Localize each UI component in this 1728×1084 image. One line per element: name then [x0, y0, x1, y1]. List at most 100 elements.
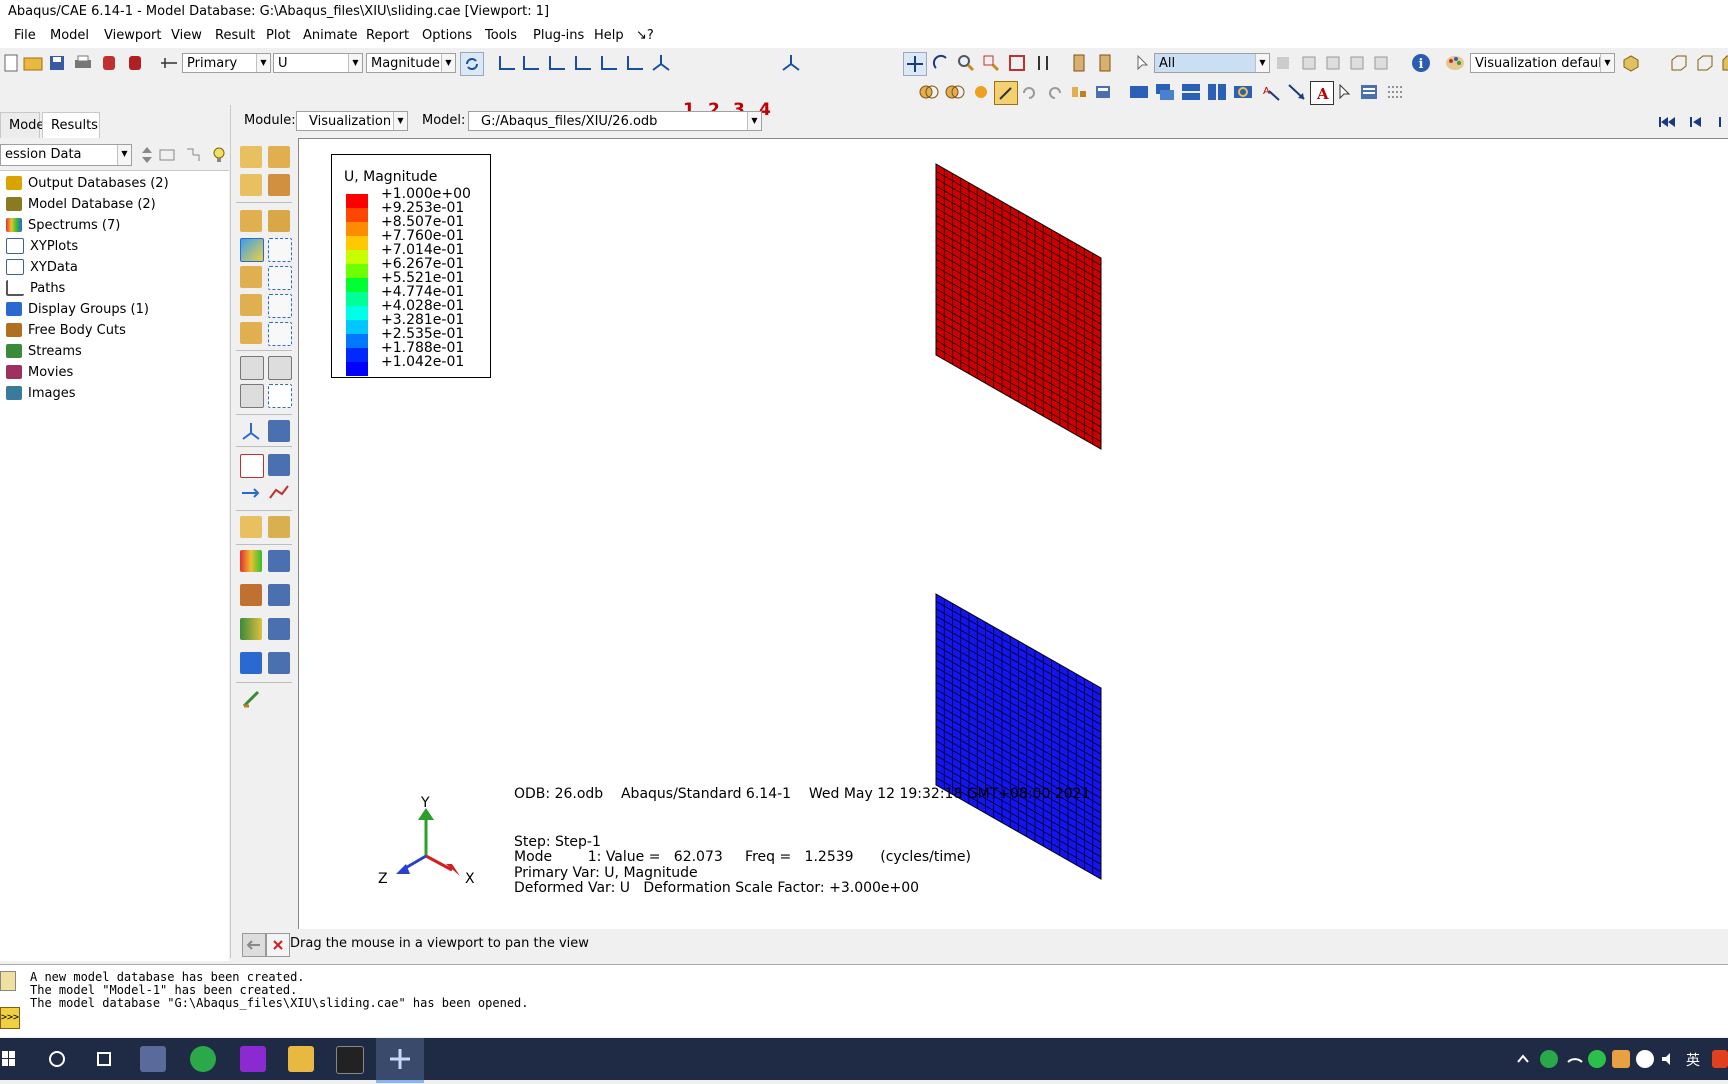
- plot-deformed-icon[interactable]: [268, 146, 290, 168]
- browser-icon[interactable]: [190, 1046, 216, 1072]
- tile-rows-icon[interactable]: [1180, 81, 1202, 103]
- tree-item-images[interactable]: Images: [6, 383, 76, 403]
- visualization-defaults-select[interactable]: Visualization defaults ▼: [1470, 53, 1615, 73]
- selection-icon-a[interactable]: [1298, 52, 1320, 74]
- allow-multiple-plot-states-icon[interactable]: [268, 210, 290, 232]
- terminal-icon[interactable]: [336, 1046, 364, 1074]
- database-red-icon[interactable]: [98, 52, 120, 74]
- sync-icon[interactable]: [460, 52, 484, 76]
- previous-frame-icon[interactable]: [1685, 111, 1707, 133]
- report-manager-icon[interactable]: [268, 454, 290, 476]
- animate-harmonic-icon[interactable]: [240, 384, 264, 408]
- tree-item-output-databases[interactable]: Output Databases (2): [6, 173, 169, 193]
- selection-icon-b[interactable]: [1322, 52, 1344, 74]
- tray-app-2-icon[interactable]: [1612, 1050, 1630, 1068]
- menu-help[interactable]: Help: [594, 28, 624, 43]
- view-xz-icon[interactable]: [624, 52, 646, 74]
- tree-item-model-database[interactable]: Model Database (2): [6, 194, 156, 214]
- tray-app-icon[interactable]: [1540, 1050, 1558, 1068]
- create-view-cut-icon[interactable]: [240, 652, 262, 674]
- stream-manager-icon[interactable]: [268, 618, 290, 640]
- tree-item-spectrums[interactable]: Spectrums (7): [6, 215, 120, 235]
- component-select[interactable]: Magnitude ▼: [366, 53, 456, 73]
- cube-3-icon[interactable]: [1716, 52, 1728, 74]
- menu-report[interactable]: Report: [366, 28, 409, 43]
- link-viewports-icon[interactable]: [1232, 81, 1254, 103]
- select-cursor-icon[interactable]: [1132, 52, 1154, 74]
- menu-plot[interactable]: Plot: [266, 28, 291, 43]
- contour-options-icon[interactable]: [268, 238, 292, 262]
- plot-material-orientation-deformed-icon[interactable]: [240, 294, 262, 316]
- menu-animate[interactable]: Animate: [303, 28, 357, 43]
- plot-contours-deformed-icon[interactable]: [240, 238, 264, 262]
- cube-icon[interactable]: [1668, 52, 1690, 74]
- ruler-2-icon[interactable]: [1094, 52, 1116, 74]
- task-view-icon[interactable]: [92, 1046, 118, 1072]
- superimpose-options-icon[interactable]: [268, 322, 292, 346]
- render-style-icon[interactable]: [1620, 52, 1642, 74]
- sphere-icon[interactable]: [970, 81, 992, 103]
- app-purple-icon[interactable]: [240, 1046, 266, 1072]
- tray-chevron-icon[interactable]: [1515, 1046, 1531, 1072]
- menu-result[interactable]: Result: [215, 28, 255, 43]
- pan-icon[interactable]: [903, 52, 927, 76]
- session-data-select[interactable]: ession Data ▼: [0, 144, 132, 166]
- viewport-list-icon[interactable]: [1092, 81, 1114, 103]
- view-zx-icon[interactable]: [598, 52, 620, 74]
- create-path-icon[interactable]: [240, 482, 262, 504]
- menu-plugins[interactable]: Plug-ins: [533, 28, 584, 43]
- menu-viewport[interactable]: Viewport: [104, 28, 162, 43]
- annotation-arrow-icon[interactable]: A: [1260, 81, 1282, 103]
- ruler-icon[interactable]: [1068, 52, 1090, 74]
- module-select[interactable]: Visualization ▼: [296, 111, 408, 131]
- palette-icon[interactable]: [1444, 52, 1466, 74]
- tile-columns-icon[interactable]: [1206, 81, 1228, 103]
- symbol-options-icon[interactable]: [268, 266, 292, 290]
- tree-item-xydata[interactable]: XYData: [6, 257, 78, 277]
- message-tab-icon[interactable]: [0, 971, 16, 991]
- view-zy-icon[interactable]: [572, 52, 594, 74]
- box-zoom-icon[interactable]: [980, 52, 1002, 74]
- iso-view-icon[interactable]: [650, 52, 672, 74]
- cube-2-icon[interactable]: [1694, 52, 1716, 74]
- menu-tools[interactable]: Tools: [485, 28, 517, 43]
- selection-icon-c[interactable]: [1346, 52, 1368, 74]
- plot-symbols-icon[interactable]: [268, 174, 290, 196]
- model-select[interactable]: G:/Abaqus_files/XIU/26.odb ▼: [468, 111, 762, 131]
- create-spectrum-icon[interactable]: [240, 550, 262, 572]
- network-icon[interactable]: [1566, 1050, 1584, 1068]
- python-prompt-icon[interactable]: >>>: [0, 1007, 20, 1029]
- selection-icon-d[interactable]: [1370, 52, 1392, 74]
- output-variable-type-select[interactable]: Primary ▼: [182, 53, 271, 73]
- menu-model[interactable]: Model: [50, 28, 89, 43]
- first-frame-icon[interactable]: [1656, 111, 1678, 133]
- arrow-icon[interactable]: [1286, 81, 1308, 103]
- tile-cascade-icon[interactable]: [1154, 81, 1176, 103]
- wechat-icon[interactable]: [1588, 1050, 1606, 1068]
- tile-horizontal-icon[interactable]: [1128, 81, 1150, 103]
- cancel-x-icon[interactable]: [266, 933, 290, 957]
- xy-data-manager-icon[interactable]: [268, 420, 290, 442]
- free-body-cut-manager-icon[interactable]: [268, 516, 290, 538]
- overlay-icon[interactable]: [944, 81, 966, 103]
- database-save-icon[interactable]: [124, 52, 146, 74]
- tab-results[interactable]: Results: [42, 112, 100, 138]
- select-annotation-icon[interactable]: [1334, 81, 1356, 103]
- tree-filter-icon[interactable]: [156, 144, 178, 166]
- view-xy-icon[interactable]: [496, 52, 518, 74]
- view-manager-icon[interactable]: [1068, 81, 1090, 103]
- menu-whats-this[interactable]: ↘?: [636, 28, 654, 43]
- new-file-icon[interactable]: [0, 52, 22, 74]
- windows-start-icon[interactable]: [0, 1046, 16, 1072]
- annotation-manager-icon[interactable]: [1358, 81, 1380, 103]
- orientation-options-icon[interactable]: [268, 294, 292, 318]
- animate-scale-factor-icon[interactable]: [240, 356, 264, 380]
- create-xy-data-icon[interactable]: [240, 420, 262, 442]
- display-group-manager-icon[interactable]: [268, 584, 290, 606]
- report-field-output-icon[interactable]: [240, 454, 264, 478]
- tree-expand-icon[interactable]: [182, 144, 204, 166]
- tray-app-3-icon[interactable]: [1712, 1050, 1728, 1068]
- tree-item-free-body-cuts[interactable]: Free Body Cuts: [6, 320, 126, 340]
- selection-option-icon[interactable]: [1272, 52, 1294, 74]
- menu-options[interactable]: Options: [422, 28, 472, 43]
